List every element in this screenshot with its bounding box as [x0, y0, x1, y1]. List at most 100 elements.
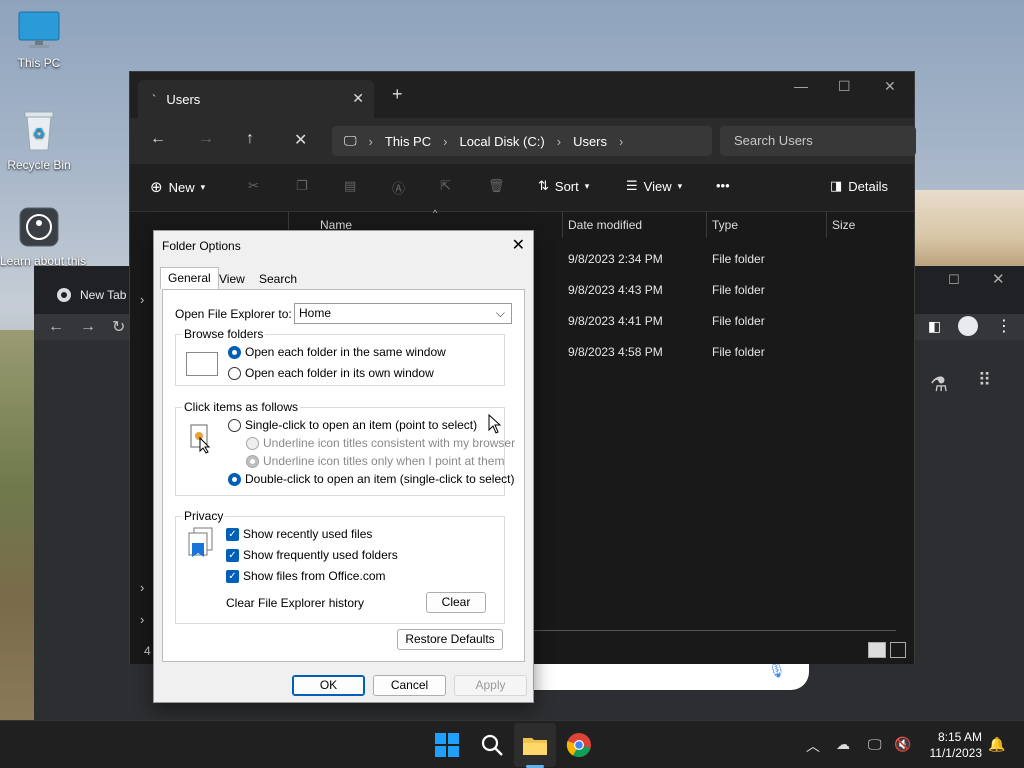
close-icon[interactable]: ✕ — [884, 78, 896, 95]
close-icon[interactable]: ✕ — [992, 270, 1005, 288]
search-icon[interactable] — [478, 731, 506, 759]
file-explorer-icon[interactable] — [521, 731, 549, 759]
clear-button[interactable]: Clear — [426, 592, 486, 613]
desktop-icon-this-pc[interactable]: This PC — [4, 10, 74, 70]
explorer-tab[interactable]: ` Users ✕ — [138, 80, 374, 118]
tab-view[interactable]: View — [212, 269, 252, 289]
radio-underline-point[interactable]: Underline icon titles only when I point … — [246, 454, 504, 468]
forward-icon[interactable]: → — [198, 130, 214, 148]
radio-same-window[interactable]: Open each folder in the same window — [228, 345, 446, 359]
view-button[interactable]: ☰ View ▾ — [626, 178, 682, 194]
table-row-type[interactable]: File folder — [712, 252, 765, 266]
stop-icon[interactable]: ✕ — [294, 130, 307, 150]
apply-button[interactable]: Apply — [454, 675, 527, 696]
table-row-date[interactable]: 9/8/2023 4:58 PM — [568, 345, 663, 359]
sort-button[interactable]: ⇅ Sort ▾ — [538, 178, 589, 194]
nav-expand-icon[interactable]: › — [140, 580, 144, 595]
checkbox-frequent-folders[interactable]: ✓ Show frequently used folders — [226, 548, 398, 562]
monitor-icon — [18, 11, 60, 48]
clock-time: 8:15 AM — [937, 730, 982, 744]
reload-icon[interactable]: ↻ — [112, 317, 125, 337]
radio-double-click[interactable]: Double-click to open an item (single-cli… — [228, 472, 514, 486]
details-pane-icon: ◨ — [830, 178, 843, 193]
radio-label: Double-click to open an item (single-cli… — [245, 472, 515, 486]
up-icon[interactable]: ↑ — [246, 130, 254, 148]
click-items-group: Click items as follows Single-click to o… — [175, 400, 515, 496]
nav-expand-icon[interactable]: › — [140, 292, 144, 307]
table-row-type[interactable]: File folder — [712, 314, 765, 328]
forward-icon[interactable]: → — [80, 318, 96, 336]
paste-icon[interactable]: ▤ — [344, 178, 356, 194]
copy-icon[interactable]: ❐ — [296, 178, 308, 194]
new-button[interactable]: ⊕ New ▾ — [150, 178, 205, 196]
radio-label: Single-click to open an item (point to s… — [245, 418, 478, 432]
minimize-icon[interactable]: — — [794, 78, 808, 94]
sidepanel-icon[interactable]: ◧ — [928, 318, 941, 335]
radio-underline-browser[interactable]: Underline icon titles consistent with my… — [246, 436, 515, 450]
chevron-right-icon: › — [619, 133, 624, 149]
tiles-view-icon[interactable] — [890, 642, 906, 658]
checkbox-recent-files[interactable]: ✓ Show recently used files — [226, 527, 372, 541]
breadcrumb-item[interactable]: Local Disk (C:) — [459, 134, 544, 149]
details-button[interactable]: ◨ Details — [830, 178, 888, 194]
table-row-type[interactable]: File folder — [712, 283, 765, 297]
tab-general[interactable]: General — [160, 267, 219, 289]
table-row-date[interactable]: 9/8/2023 4:43 PM — [568, 283, 663, 297]
new-tab-icon[interactable]: + — [392, 84, 403, 105]
breadcrumb-item[interactable]: This PC — [385, 134, 431, 149]
menu-icon[interactable]: ⋮ — [996, 316, 1012, 336]
table-row-date[interactable]: 9/8/2023 4:41 PM — [568, 314, 663, 328]
clock-date: 11/1/2023 — [929, 746, 983, 760]
chevron-up-icon[interactable]: ︿ — [806, 736, 820, 756]
microphone-icon[interactable]: 🎙 — [768, 662, 786, 679]
chevron-down-icon: ▾ — [584, 180, 590, 191]
rename-icon[interactable]: Ⓐ — [392, 178, 405, 197]
column-header-size[interactable]: Size — [832, 218, 855, 232]
nav-expand-icon[interactable]: › — [140, 612, 144, 627]
column-header-type[interactable]: Type — [712, 218, 738, 232]
network-icon[interactable]: 🖵 — [868, 736, 882, 753]
tab-close-icon[interactable]: ✕ — [352, 90, 364, 107]
maximize-icon[interactable]: ☐ — [838, 78, 851, 95]
back-icon[interactable]: ← — [150, 130, 166, 148]
column-divider — [826, 212, 827, 238]
close-icon[interactable]: ✕ — [512, 235, 525, 255]
privacy-title: Privacy — [182, 509, 226, 523]
apps-grid-icon[interactable]: ⠿ — [978, 370, 991, 391]
delete-icon[interactable]: 🗑 — [488, 178, 505, 194]
checkbox-label: Show frequently used folders — [243, 548, 398, 562]
windows-start-icon[interactable] — [433, 731, 461, 759]
details-view-icon[interactable] — [868, 642, 886, 658]
wallpaper-cliff — [0, 330, 36, 720]
breadcrumb[interactable]: 🖵 › This PC › Local Disk (C:) › Users › — [332, 126, 712, 156]
table-row-date[interactable]: 9/8/2023 2:34 PM — [568, 252, 663, 266]
volume-muted-icon[interactable]: 🔇 — [894, 736, 911, 753]
checkmark-icon: ✓ — [226, 527, 239, 541]
taskbar-clock[interactable]: 8:15 AM 11/1/2023 — [930, 729, 983, 761]
share-icon[interactable]: ⇱ — [440, 178, 451, 194]
onedrive-icon[interactable]: ☁ — [836, 736, 850, 753]
restore-defaults-button[interactable]: Restore Defaults — [397, 629, 503, 650]
radio-single-click[interactable]: Single-click to open an item (point to s… — [228, 418, 477, 432]
table-row-type[interactable]: File folder — [712, 345, 765, 359]
back-icon[interactable]: ← — [48, 318, 64, 336]
column-header-date[interactable]: Date modified — [568, 218, 642, 232]
maximize-icon[interactable]: ☐ — [948, 272, 960, 288]
profile-icon[interactable] — [958, 316, 978, 336]
cut-icon[interactable]: ✂ — [248, 178, 259, 194]
details-label: Details — [848, 178, 889, 194]
radio-own-window[interactable]: Open each folder in its own window — [228, 366, 434, 380]
more-icon[interactable]: ••• — [716, 178, 730, 193]
ok-button[interactable]: OK — [292, 675, 365, 696]
checkbox-office-files[interactable]: ✓ Show files from Office.com — [226, 569, 386, 583]
notification-bell-icon[interactable]: 🔔 — [988, 736, 1005, 753]
chrome-icon[interactable] — [565, 731, 593, 759]
breadcrumb-item[interactable]: Users — [573, 134, 607, 149]
search-input[interactable]: Search Users — [720, 126, 916, 156]
desktop-icon-recycle-bin[interactable]: ♻ Recycle Bin — [4, 108, 74, 172]
horizontal-scrollbar[interactable] — [534, 630, 896, 631]
tab-search[interactable]: Search — [252, 269, 304, 289]
labs-icon[interactable]: ⚗ — [930, 372, 948, 397]
open-to-select[interactable]: Home ⌵ — [294, 303, 512, 324]
cancel-button[interactable]: Cancel — [373, 675, 446, 696]
